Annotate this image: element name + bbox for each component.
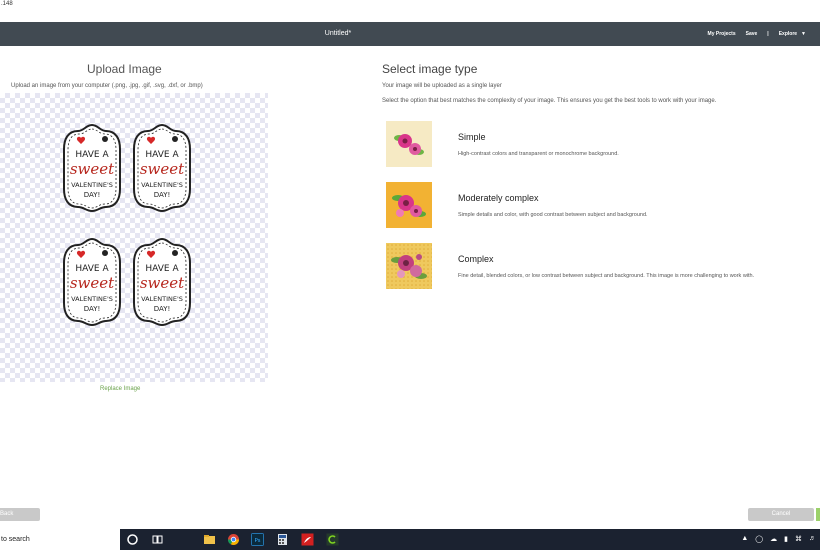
- my-projects-link[interactable]: My Projects: [708, 31, 736, 37]
- nav-separator: |: [767, 31, 769, 37]
- option-complex[interactable]: Complex Fine detail, blended colors, or …: [386, 243, 806, 295]
- continue-button-edge[interactable]: [816, 508, 820, 521]
- calculator-icon[interactable]: [276, 533, 289, 546]
- option-simple-description: High-contrast colors and transparent or …: [458, 151, 619, 157]
- upload-title: Upload Image: [87, 62, 162, 76]
- windows-taskbar: to search Ps ▲ ◯ ☁ ▮ ⌘ ♬: [0, 529, 820, 550]
- preview-tag: HAVE A sweet VALENTINE'S DAY!: [133, 237, 191, 327]
- tag-line-2: sweet: [70, 274, 115, 292]
- tag-line-3: VALENTINE'S: [141, 181, 183, 189]
- cloud-icon[interactable]: ☁: [770, 535, 777, 543]
- option-moderate-description: Simple details and color, with good cont…: [458, 212, 648, 218]
- explore-menu[interactable]: Explore: [779, 31, 797, 37]
- tag-line-4: DAY!: [154, 305, 171, 313]
- option-moderately-complex[interactable]: Moderately complex Simple details and co…: [386, 182, 806, 234]
- cancel-button[interactable]: Cancel: [748, 508, 814, 521]
- image-type-instructions: Select the option that best matches the …: [382, 98, 717, 104]
- tag-line-2: sweet: [140, 274, 185, 292]
- tag-line-3: VALENTINE'S: [71, 181, 113, 189]
- document-title: Untitled*: [324, 30, 352, 37]
- chevron-down-icon[interactable]: ▼: [801, 31, 806, 37]
- header-nav: My Projects Save | Explore ▼: [698, 31, 806, 37]
- tag-line-3: VALENTINE'S: [71, 295, 113, 303]
- tag-line-3: VALENTINE'S: [141, 295, 183, 303]
- image-preview: HAVE A sweet VALENTINE'S DAY! HAVE A swe…: [0, 93, 268, 382]
- svg-text:Ps: Ps: [254, 538, 260, 544]
- battery-icon[interactable]: ▮: [784, 535, 788, 543]
- tag-line-2: sweet: [70, 160, 115, 178]
- upload-instructions: Upload an image from your computer (.png…: [11, 83, 203, 89]
- tag-line-4: DAY!: [154, 191, 171, 199]
- file-explorer-icon[interactable]: [203, 533, 216, 546]
- preview-tag: HAVE A sweet VALENTINE'S DAY!: [63, 123, 121, 213]
- back-button[interactable]: Back: [0, 508, 40, 521]
- preview-tag: HAVE A sweet VALENTINE'S DAY!: [63, 237, 121, 327]
- simple-flower-icon: [386, 121, 432, 167]
- tag-line-1: HAVE A: [75, 150, 109, 160]
- option-simple-title: Simple: [458, 132, 486, 142]
- save-link[interactable]: Save: [746, 31, 758, 37]
- image-type-subtitle: Your image will be uploaded as a single …: [382, 83, 502, 89]
- taskbar-search[interactable]: to search: [0, 529, 120, 550]
- tag-line-4: DAY!: [84, 305, 101, 313]
- show-hidden-icons-icon[interactable]: ▲: [741, 535, 748, 543]
- image-type-title: Select image type: [382, 62, 478, 76]
- wifi-icon[interactable]: ⌘: [795, 535, 802, 543]
- moderate-flower-icon: [386, 182, 432, 228]
- window-titlebar: .148: [0, 0, 820, 22]
- option-simple[interactable]: Simple High-contrast colors and transpar…: [386, 121, 806, 173]
- option-moderate-title: Moderately complex: [458, 193, 539, 203]
- complex-flower-icon: [386, 243, 432, 289]
- system-tray: ▲ ◯ ☁ ▮ ⌘ ♬: [741, 535, 816, 543]
- option-complex-description: Fine detail, blended colors, or low cont…: [458, 273, 755, 279]
- task-view-icon[interactable]: [151, 533, 164, 546]
- tag-line-4: DAY!: [84, 191, 101, 199]
- replace-image-link[interactable]: Replace Image: [100, 386, 140, 392]
- window-title-fragment: .148: [1, 1, 13, 7]
- chrome-icon[interactable]: [227, 533, 240, 546]
- network-icon[interactable]: ◯: [755, 535, 763, 543]
- tag-line-1: HAVE A: [75, 264, 109, 274]
- tag-line-1: HAVE A: [145, 264, 179, 274]
- tag-line-2: sweet: [140, 160, 185, 178]
- app-header-bar: Untitled* My Projects Save | Explore ▼: [0, 22, 820, 46]
- cortana-icon[interactable]: [126, 533, 139, 546]
- tag-line-1: HAVE A: [145, 150, 179, 160]
- cricut-design-space-icon[interactable]: [326, 533, 339, 546]
- photoshop-icon[interactable]: Ps: [251, 533, 264, 546]
- acrobat-icon[interactable]: [301, 533, 314, 546]
- option-complex-title: Complex: [458, 254, 494, 264]
- volume-icon[interactable]: ♬: [809, 535, 816, 543]
- preview-tag: HAVE A sweet VALENTINE'S DAY!: [133, 123, 191, 213]
